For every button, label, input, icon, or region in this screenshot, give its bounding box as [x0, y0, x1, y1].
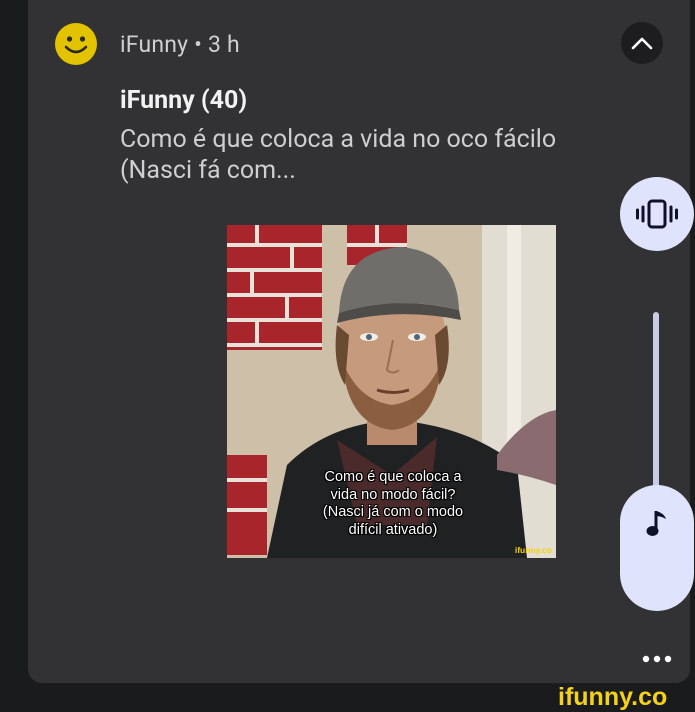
meme-image[interactable]: Como é que coloca a vida no modo fácil? … — [227, 225, 556, 558]
smiley-face-icon — [54, 22, 98, 66]
body-line-2: (Nasci fá com... — [120, 156, 296, 185]
volume-slider-track[interactable] — [653, 312, 659, 492]
vibrate-icon — [636, 199, 678, 229]
body-line-1: Como é que coloca a vida no oco fácilo — [120, 125, 557, 154]
timestamp: 3 h — [208, 31, 240, 58]
chevron-up-icon — [631, 37, 653, 50]
caption-line: vida no modo fácil? — [330, 486, 456, 503]
volume-slider[interactable] — [620, 485, 694, 611]
app-name: iFunny — [120, 31, 189, 58]
notification-title: iFunny (40) — [120, 86, 248, 115]
notification-header: iFunny • 3 h — [120, 31, 240, 58]
caption-line: difícil ativado) — [348, 521, 438, 538]
more-dots-icon — [642, 655, 672, 663]
collapse-button[interactable] — [621, 22, 663, 64]
separator-dot: • — [194, 31, 203, 58]
meme-caption: Como é que coloca a vida no modo fácil? … — [273, 469, 513, 539]
caption-line: (Nasci já com o modo — [322, 504, 464, 520]
notification-body: Como é que coloca a vida no oco fácilo (… — [120, 124, 620, 186]
ringer-mode-button[interactable] — [620, 177, 694, 251]
caption-line: Como é que coloca a — [324, 469, 462, 485]
more-options-button[interactable] — [641, 647, 673, 671]
image-watermark: ifunny.co — [514, 545, 552, 555]
music-note-icon — [646, 511, 666, 536]
